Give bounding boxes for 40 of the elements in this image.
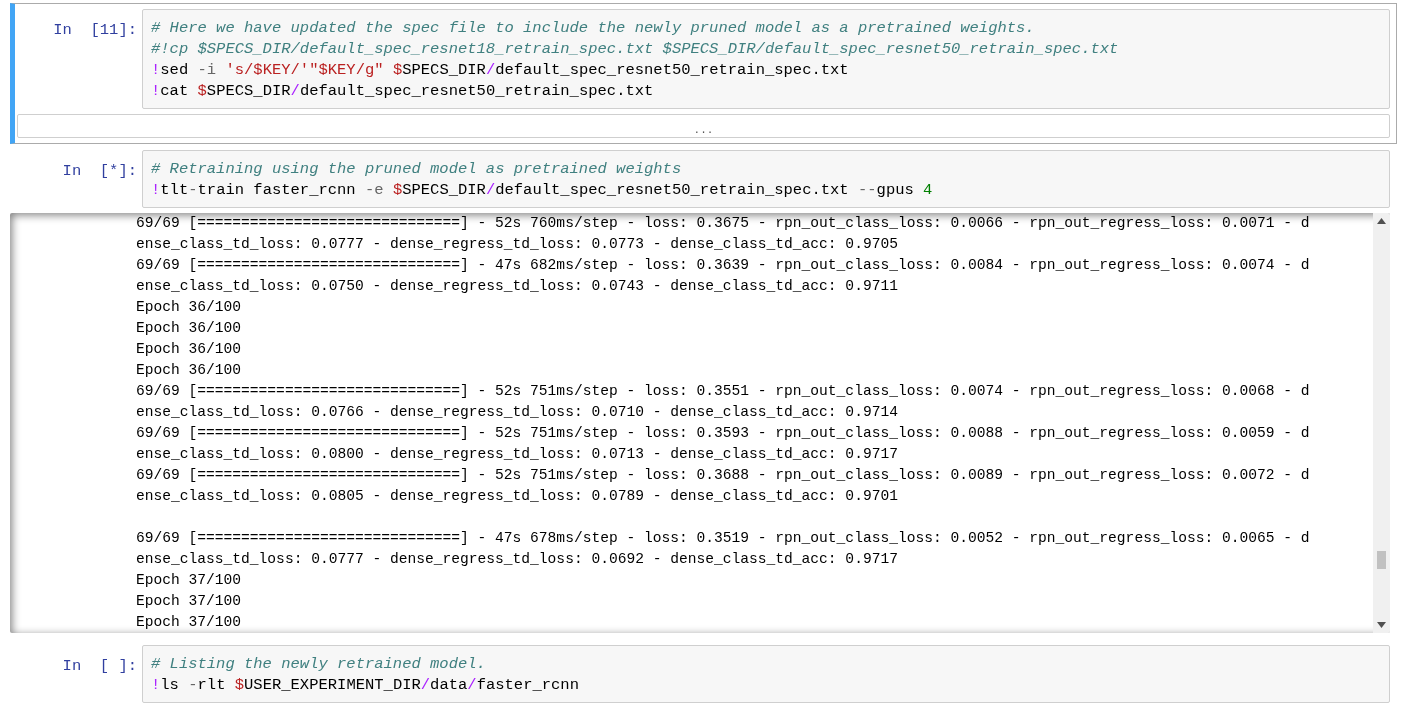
output-line: 69/69 [==============================] - 52s 751ms/step - loss: 0.3688 - rpn_out_class_loss: 0.0089 - rpn_out_regress_loss: 0.0072 - d <box>136 466 1311 485</box>
output-line: Epoch 36/100 <box>136 298 243 317</box>
code-line: !sed -i 's/$KEY/'"$KEY/g" $SPECS_DIR/default_spec_resnet50_retrain_spec.txt <box>151 60 850 81</box>
output-line: 69/69 [==============================] - 52s 760ms/step - loss: 0.3675 - rpn_out_class_loss: 0.0066 - rpn_out_regress_loss: 0.0071 - d <box>136 214 1311 233</box>
input-prompt: In [*]: <box>61 161 138 180</box>
collapsed-output[interactable]: ... <box>17 114 1390 138</box>
output-line: 69/69 [==============================] - 47s 678ms/step - loss: 0.3519 - rpn_out_class_loss: 0.0052 - rpn_out_regress_loss: 0.0065 - d <box>136 529 1311 548</box>
code-line: !cat $SPECS_DIR/default_spec_resnet50_retrain_spec.txt <box>151 81 655 102</box>
scroll-down-icon[interactable] <box>1377 622 1386 628</box>
output-line: Epoch 37/100 <box>136 592 243 611</box>
output-line: 69/69 [==============================] - 52s 751ms/step - loss: 0.3551 - rpn_out_class_loss: 0.0074 - rpn_out_regress_loss: 0.0068 - d <box>136 382 1311 401</box>
input-prompt: In [11]: <box>52 20 138 39</box>
scroll-up-icon[interactable] <box>1377 218 1386 224</box>
output-line: Epoch 36/100 <box>136 361 243 380</box>
code-line: # Here we have updated the spec file to include the newly pruned model as a pretrained weights. <box>151 18 1036 39</box>
output-line: ense_class_td_loss: 0.0777 - dense_regress_td_loss: 0.0692 - dense_class_td_acc: 0.9717 <box>136 550 899 569</box>
scroll-thumb[interactable] <box>1377 551 1386 569</box>
code-input[interactable]: # Retraining using the pruned model as pretrained weights !tlt-train faster_rcnn -e $SPECS_DIR/default_spec_resnet50_retrain_spec.txt --gpus 4 <box>142 150 1390 208</box>
output-line: Epoch 37/100 <box>136 613 243 632</box>
output-line: ense_class_td_loss: 0.0766 - dense_regress_td_loss: 0.0710 - dense_class_td_acc: 0.9714 <box>136 403 899 422</box>
output-line: ense_class_td_loss: 0.0800 - dense_regress_td_loss: 0.0713 - dense_class_td_acc: 0.9717 <box>136 445 899 464</box>
output-line: 69/69 [==============================] - 47s 682ms/step - loss: 0.3639 - rpn_out_class_loss: 0.0084 - rpn_out_regress_loss: 0.0074 - d <box>136 256 1311 275</box>
output-line: Epoch 37/100 <box>136 571 243 590</box>
code-line: # Retraining using the pruned model as pretrained weights <box>151 159 683 180</box>
notebook-cell[interactable]: In [ ]: # Listing the newly retrained model. !ls -rlt $USER_EXPERIMENT_DIR/data/faster_rcnn <box>10 639 1397 709</box>
input-prompt: In [ ]: <box>61 656 138 675</box>
code-line: # Listing the newly retrained model. <box>151 654 487 675</box>
notebook-cell[interactable] <box>10 3 1397 144</box>
output-line: 69/69 [==============================] - 52s 751ms/step - loss: 0.3593 - rpn_out_class_loss: 0.0088 - rpn_out_regress_loss: 0.0059 - d <box>136 424 1311 443</box>
code-line: #!cp $SPECS_DIR/default_spec_resnet18_retrain_spec.txt $SPECS_DIR/default_spec_resnet50_retrain_spec.txt <box>151 39 1120 60</box>
scrollbar[interactable] <box>1373 213 1390 633</box>
output-line: Epoch 36/100 <box>136 319 243 338</box>
code-line: !ls -rlt $USER_EXPERIMENT_DIR/data/faster_rcnn <box>151 675 580 696</box>
output-line: ense_class_td_loss: 0.0777 - dense_regress_td_loss: 0.0773 - dense_class_td_acc: 0.9705 <box>136 235 899 254</box>
code-input[interactable]: # Listing the newly retrained model. !ls -rlt $USER_EXPERIMENT_DIR/data/faster_rcnn <box>142 645 1390 703</box>
code-line: !tlt-train faster_rcnn -e $SPECS_DIR/default_spec_resnet50_retrain_spec.txt --gpus 4 <box>151 180 934 201</box>
output-line: ense_class_td_loss: 0.0750 - dense_regress_td_loss: 0.0743 - dense_class_td_acc: 0.9711 <box>136 277 899 296</box>
output-line: Epoch 36/100 <box>136 340 243 359</box>
output-line: ense_class_td_loss: 0.0805 - dense_regress_td_loss: 0.0789 - dense_class_td_acc: 0.9701 <box>136 487 899 506</box>
code-input[interactable] <box>142 9 1390 109</box>
